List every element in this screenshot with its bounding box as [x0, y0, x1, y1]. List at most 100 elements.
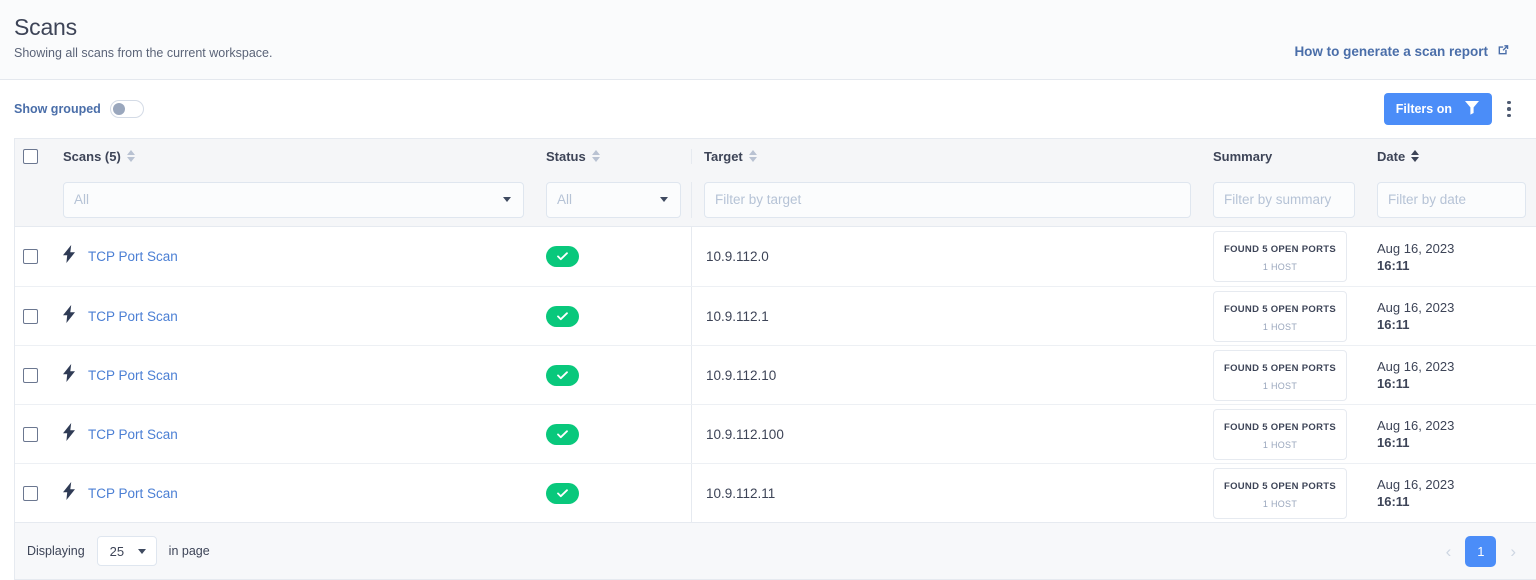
- table-body: TCP Port Scan 10.9.112.0 FOUND 5 OPEN PO…: [15, 227, 1536, 522]
- per-page-value: 25: [110, 544, 124, 559]
- sort-icon[interactable]: [749, 150, 757, 162]
- sort-icon[interactable]: [127, 150, 135, 162]
- check-icon: [557, 430, 568, 439]
- filter-name-cell: All: [51, 182, 534, 218]
- per-page-select[interactable]: 25: [97, 536, 157, 566]
- scan-name-link[interactable]: TCP Port Scan: [88, 486, 178, 501]
- scan-summary-cell: FOUND 5 OPEN PORTS 1 HOST: [1201, 346, 1365, 404]
- row-select-cell: [15, 405, 51, 463]
- summary-badge: FOUND 5 OPEN PORTS 1 HOST: [1213, 291, 1347, 342]
- lightning-bolt-icon: [63, 245, 76, 268]
- table-header-row: Scans (5) Status Target Summary Date: [15, 139, 1536, 173]
- scan-target-value: 10.9.112.1: [706, 309, 769, 324]
- kebab-dot: [1507, 107, 1511, 111]
- scan-time-value: 16:11: [1377, 258, 1410, 273]
- filters-button[interactable]: Filters on: [1384, 93, 1492, 125]
- scan-target-cell: 10.9.112.10: [691, 346, 1201, 404]
- show-grouped-toggle[interactable]: [110, 100, 144, 118]
- filter-date-input[interactable]: Filter by date: [1377, 182, 1526, 218]
- column-header-date[interactable]: Date: [1365, 149, 1536, 164]
- sort-icon[interactable]: [592, 150, 600, 162]
- chevron-down-icon: [503, 197, 511, 202]
- scan-date-value: Aug 16, 2023: [1377, 418, 1454, 433]
- scan-name-cell: TCP Port Scan: [51, 287, 534, 345]
- check-icon: [557, 252, 568, 261]
- filter-summary-input[interactable]: Filter by summary: [1213, 182, 1355, 218]
- sort-icon[interactable]: [1411, 150, 1419, 162]
- scan-date-cell: Aug 16, 2023 16:11: [1365, 464, 1536, 522]
- table-row[interactable]: TCP Port Scan 10.9.112.10 FOUND 5 OPEN P…: [15, 345, 1536, 404]
- scan-summary-cell: FOUND 5 OPEN PORTS 1 HOST: [1201, 464, 1365, 522]
- summary-badge: FOUND 5 OPEN PORTS 1 HOST: [1213, 468, 1347, 519]
- filter-summary-placeholder: Filter by summary: [1224, 192, 1331, 207]
- filters-button-label: Filters on: [1396, 102, 1452, 116]
- table-row[interactable]: TCP Port Scan 10.9.112.100 FOUND 5 OPEN …: [15, 404, 1536, 463]
- column-header-date-label: Date: [1377, 149, 1405, 164]
- scan-name-link[interactable]: TCP Port Scan: [88, 368, 178, 383]
- scan-date-cell: Aug 16, 2023 16:11: [1365, 405, 1536, 463]
- scan-summary-cell: FOUND 5 OPEN PORTS 1 HOST: [1201, 405, 1365, 463]
- summary-badge: FOUND 5 OPEN PORTS 1 HOST: [1213, 350, 1347, 401]
- scan-name-cell: TCP Port Scan: [51, 346, 534, 404]
- scan-name-link[interactable]: TCP Port Scan: [88, 309, 178, 324]
- scan-name-link[interactable]: TCP Port Scan: [88, 249, 178, 264]
- summary-sub-text: 1 HOST: [1263, 499, 1297, 509]
- external-link-icon: [1496, 43, 1510, 60]
- scan-target-cell: 10.9.112.1: [691, 287, 1201, 345]
- filter-summary-cell: Filter by summary: [1201, 182, 1365, 218]
- table-row[interactable]: TCP Port Scan 10.9.112.0 FOUND 5 OPEN PO…: [15, 227, 1536, 286]
- scan-target-cell: 10.9.112.100: [691, 405, 1201, 463]
- pagination: ‹ 1 ›: [1446, 536, 1516, 567]
- column-header-status[interactable]: Status: [534, 149, 691, 164]
- scan-name-link[interactable]: TCP Port Scan: [88, 427, 178, 442]
- column-header-summary[interactable]: Summary: [1201, 149, 1365, 164]
- filter-status-select[interactable]: All: [546, 182, 681, 218]
- column-header-scans[interactable]: Scans (5): [51, 149, 534, 164]
- row-checkbox[interactable]: [23, 309, 38, 324]
- filter-date-cell: Filter by date: [1365, 182, 1536, 218]
- lightning-bolt-icon: [63, 482, 76, 505]
- table-row[interactable]: TCP Port Scan 10.9.112.11 FOUND 5 OPEN P…: [15, 463, 1536, 522]
- scan-time-value: 16:11: [1377, 376, 1410, 391]
- scan-summary-cell: FOUND 5 OPEN PORTS 1 HOST: [1201, 287, 1365, 345]
- row-checkbox[interactable]: [23, 486, 38, 501]
- summary-badge: FOUND 5 OPEN PORTS 1 HOST: [1213, 409, 1347, 460]
- row-select-cell: [15, 464, 51, 522]
- scan-date-value: Aug 16, 2023: [1377, 477, 1454, 492]
- status-badge: [546, 483, 579, 504]
- filter-name-select[interactable]: All: [63, 182, 524, 218]
- row-checkbox[interactable]: [23, 249, 38, 264]
- filter-target-input[interactable]: Filter by target: [704, 182, 1191, 218]
- row-checkbox[interactable]: [23, 427, 38, 442]
- scans-table: Scans (5) Status Target Summary Date: [14, 138, 1536, 523]
- filter-date-placeholder: Filter by date: [1388, 192, 1466, 207]
- more-options-button[interactable]: [1496, 94, 1522, 124]
- summary-badge: FOUND 5 OPEN PORTS 1 HOST: [1213, 231, 1347, 282]
- chevron-right-icon[interactable]: ›: [1510, 543, 1516, 560]
- column-header-status-label: Status: [546, 149, 586, 164]
- displaying-label: Displaying: [27, 544, 85, 558]
- table-head: Scans (5) Status Target Summary Date: [15, 139, 1536, 227]
- kebab-dot: [1507, 114, 1511, 118]
- summary-sub-text: 1 HOST: [1263, 440, 1297, 450]
- table-row[interactable]: TCP Port Scan 10.9.112.1 FOUND 5 OPEN PO…: [15, 286, 1536, 345]
- how-to-generate-scan-report-link[interactable]: How to generate a scan report: [1294, 43, 1510, 60]
- check-icon: [557, 312, 568, 321]
- column-header-target[interactable]: Target: [691, 149, 1201, 164]
- summary-main-text: FOUND 5 OPEN PORTS: [1224, 422, 1336, 433]
- scan-date-value: Aug 16, 2023: [1377, 359, 1454, 374]
- show-grouped-control[interactable]: Show grouped: [14, 100, 144, 118]
- scan-time-value: 16:11: [1377, 435, 1410, 450]
- chevron-left-icon[interactable]: ‹: [1446, 543, 1452, 560]
- chevron-down-icon: [138, 549, 146, 554]
- summary-main-text: FOUND 5 OPEN PORTS: [1224, 481, 1336, 492]
- filter-status-cell: All: [534, 182, 691, 218]
- scan-status-cell: [534, 227, 691, 286]
- page-button-1[interactable]: 1: [1465, 536, 1496, 567]
- scan-name-cell: TCP Port Scan: [51, 464, 534, 522]
- scan-status-cell: [534, 346, 691, 404]
- select-all-checkbox[interactable]: [23, 149, 38, 164]
- summary-sub-text: 1 HOST: [1263, 381, 1297, 391]
- row-checkbox[interactable]: [23, 368, 38, 383]
- table-footer: Displaying 25 in page ‹ 1 ›: [14, 523, 1536, 580]
